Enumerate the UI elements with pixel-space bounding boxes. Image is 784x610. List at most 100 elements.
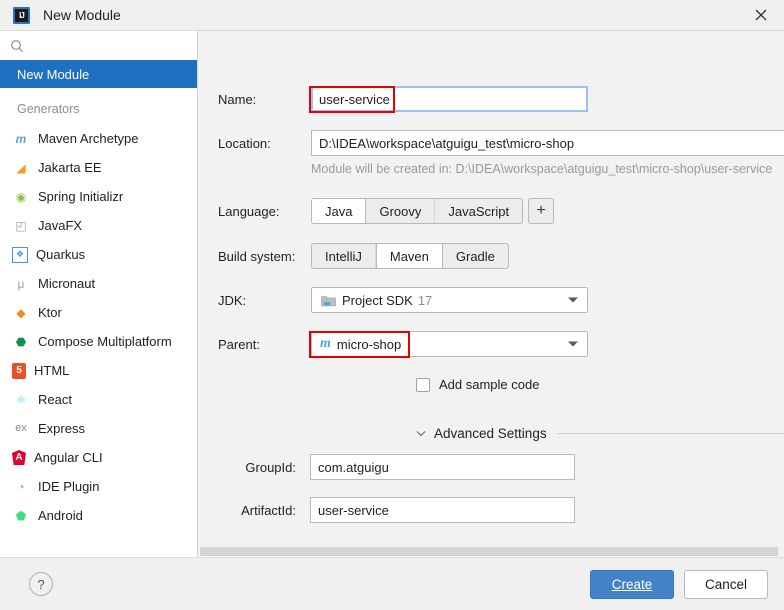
sidebar: New Module Generators m Maven Archetype ◢ J… (0, 31, 198, 557)
cancel-button[interactable]: Cancel (684, 569, 768, 599)
search-input[interactable] (30, 37, 197, 54)
generator-item-html[interactable]: 5 HTML (0, 356, 197, 385)
group-id-value: com.atguigu (318, 459, 389, 475)
generator-item-label: IDE Plugin (38, 479, 100, 494)
main-panel: Name: user-service Location: D:\IDEA\wor… (198, 31, 784, 557)
build-system-option-maven[interactable]: Maven (375, 244, 443, 268)
generator-item-react[interactable]: ⚛ React (0, 385, 197, 414)
search-row[interactable] (0, 31, 197, 60)
generator-item-spring-initializr[interactable]: ◉ Spring Initializr (0, 182, 197, 211)
chevron-down-icon (568, 297, 578, 303)
maven-icon: m (15, 131, 27, 146)
dialog-body: New Module Generators m Maven Archetype ◢ J… (0, 31, 784, 557)
location-input[interactable]: D:\IDEA\workspace\atguigu_test\micro-sho… (311, 130, 784, 156)
search-icon (10, 39, 24, 53)
generator-item-label: Micronaut (38, 276, 96, 291)
horizontal-scrollbar-thumb[interactable] (200, 547, 778, 556)
help-icon[interactable]: ? (29, 572, 53, 596)
quarkus-icon: ❖ (12, 246, 28, 263)
sidebar-group-generators: Generators (0, 94, 197, 124)
jakarta-ee-icon: ◢ (16, 160, 26, 175)
build-system-option-intellij[interactable]: IntelliJ (312, 244, 376, 268)
micronaut-icon: μ (17, 276, 25, 291)
sidebar-item-new-module[interactable]: New Module (0, 60, 197, 88)
generator-item-label: Ktor (38, 305, 62, 320)
build-system-option-gradle[interactable]: Gradle (443, 244, 508, 268)
location-hint: Module will be created in: D:\IDEA\works… (311, 162, 773, 176)
window-title: New Module (43, 7, 121, 23)
generator-item-label: Quarkus (36, 247, 86, 262)
group-id-label: GroupId: (245, 459, 296, 475)
build-system-label: Build system: (218, 248, 296, 264)
intellij-idea-icon: IJ (13, 6, 30, 24)
generator-item-label: Maven Archetype (38, 131, 139, 146)
parent-label: Parent: (218, 336, 260, 352)
generator-item-label: Jakarta EE (38, 160, 102, 175)
jdk-selected-text: Project SDK (342, 292, 413, 308)
generator-item-ktor[interactable]: ◆ Ktor (0, 298, 197, 327)
name-input[interactable]: user-service (311, 86, 588, 112)
horizontal-scrollbar[interactable] (198, 546, 784, 557)
advanced-settings-divider (556, 433, 784, 434)
generator-item-express[interactable]: ex Express (0, 414, 197, 443)
express-icon: ex (15, 422, 27, 434)
generator-item-label: Compose Multiplatform (38, 334, 172, 349)
language-option-java[interactable]: Java (312, 199, 367, 223)
jdk-combobox[interactable]: Project SDK 17 (311, 287, 588, 313)
language-segmented-control[interactable]: Java Groovy JavaScript (311, 198, 524, 224)
create-button[interactable]: Create (590, 569, 674, 599)
new-module-dialog: IJ New Module New Module Generators m Ma… (0, 0, 784, 610)
javafx-icon: ◰ (15, 218, 27, 233)
generator-item-quarkus[interactable]: ❖ Quarkus (0, 240, 197, 269)
artifact-id-value: user-service (318, 502, 389, 518)
generator-item-label: JavaFX (38, 218, 83, 233)
artifact-id-label: ArtifactId: (241, 502, 296, 518)
add-sample-code-checkbox[interactable]: Add sample code (416, 377, 539, 392)
jdk-selected-version: 17 (417, 292, 433, 308)
generator-item-jakarta-ee[interactable]: ◢ Jakarta EE (0, 153, 197, 182)
language-label: Language: (218, 203, 280, 219)
dialog-footer: ? Create Cancel (0, 557, 784, 610)
location-label: Location: (218, 135, 271, 151)
create-button-label: Create (611, 576, 653, 592)
checkbox-box[interactable] (416, 377, 430, 392)
react-icon: ⚛ (15, 392, 27, 407)
name-input-value: user-service (319, 91, 390, 107)
ktor-icon: ◆ (16, 305, 26, 320)
group-id-input[interactable]: com.atguigu (310, 454, 575, 480)
location-input-value: D:\IDEA\workspace\atguigu_test\micro-sho… (319, 135, 575, 151)
artifact-id-input[interactable]: user-service (310, 497, 575, 523)
generator-item-angular-cli[interactable]: A Angular CLI (0, 443, 197, 472)
generator-item-ide-plugin[interactable]: ◔ IDE Plugin (0, 472, 197, 501)
generator-item-compose-multiplatform[interactable]: ⬣ Compose Multiplatform (0, 327, 197, 356)
add-language-button[interactable]: + (528, 198, 555, 224)
add-sample-code-label: Add sample code (439, 377, 540, 392)
advanced-settings-title: Advanced Settings (434, 426, 547, 441)
generator-item-label: React (38, 392, 72, 407)
generator-item-label: HTML (34, 363, 70, 378)
generator-item-maven-archetype[interactable]: m Maven Archetype (0, 124, 197, 153)
build-system-segmented-control[interactable]: IntelliJ Maven Gradle (311, 243, 509, 269)
language-option-javascript[interactable]: JavaScript (435, 199, 522, 223)
generator-item-label: Express (38, 421, 85, 436)
sidebar-group-label: Generators (17, 102, 80, 116)
compose-icon: ⬣ (15, 334, 27, 349)
jdk-label: JDK: (218, 292, 247, 308)
sdk-folder-icon (320, 292, 336, 308)
language-option-groovy[interactable]: Groovy (366, 199, 436, 223)
generator-item-label: Android (38, 508, 83, 523)
generator-item-micronaut[interactable]: μ Micronaut (0, 269, 197, 298)
help-label: ? (37, 576, 45, 592)
advanced-settings-header[interactable]: Advanced Settings (416, 426, 784, 441)
chevron-down-icon (416, 430, 426, 437)
spring-icon: ◉ (15, 189, 27, 204)
generator-item-javafx[interactable]: ◰ JavaFX (0, 211, 197, 240)
parent-combobox[interactable]: m micro-shop (311, 331, 588, 357)
cancel-button-label: Cancel (704, 576, 748, 592)
sidebar-item-label: New Module (17, 66, 90, 82)
maven-module-icon: m (320, 336, 331, 351)
generator-item-android[interactable]: ⬟ Android (0, 501, 197, 530)
chevron-down-icon (568, 341, 578, 347)
name-label: Name: (218, 91, 257, 107)
close-icon[interactable] (738, 0, 784, 30)
